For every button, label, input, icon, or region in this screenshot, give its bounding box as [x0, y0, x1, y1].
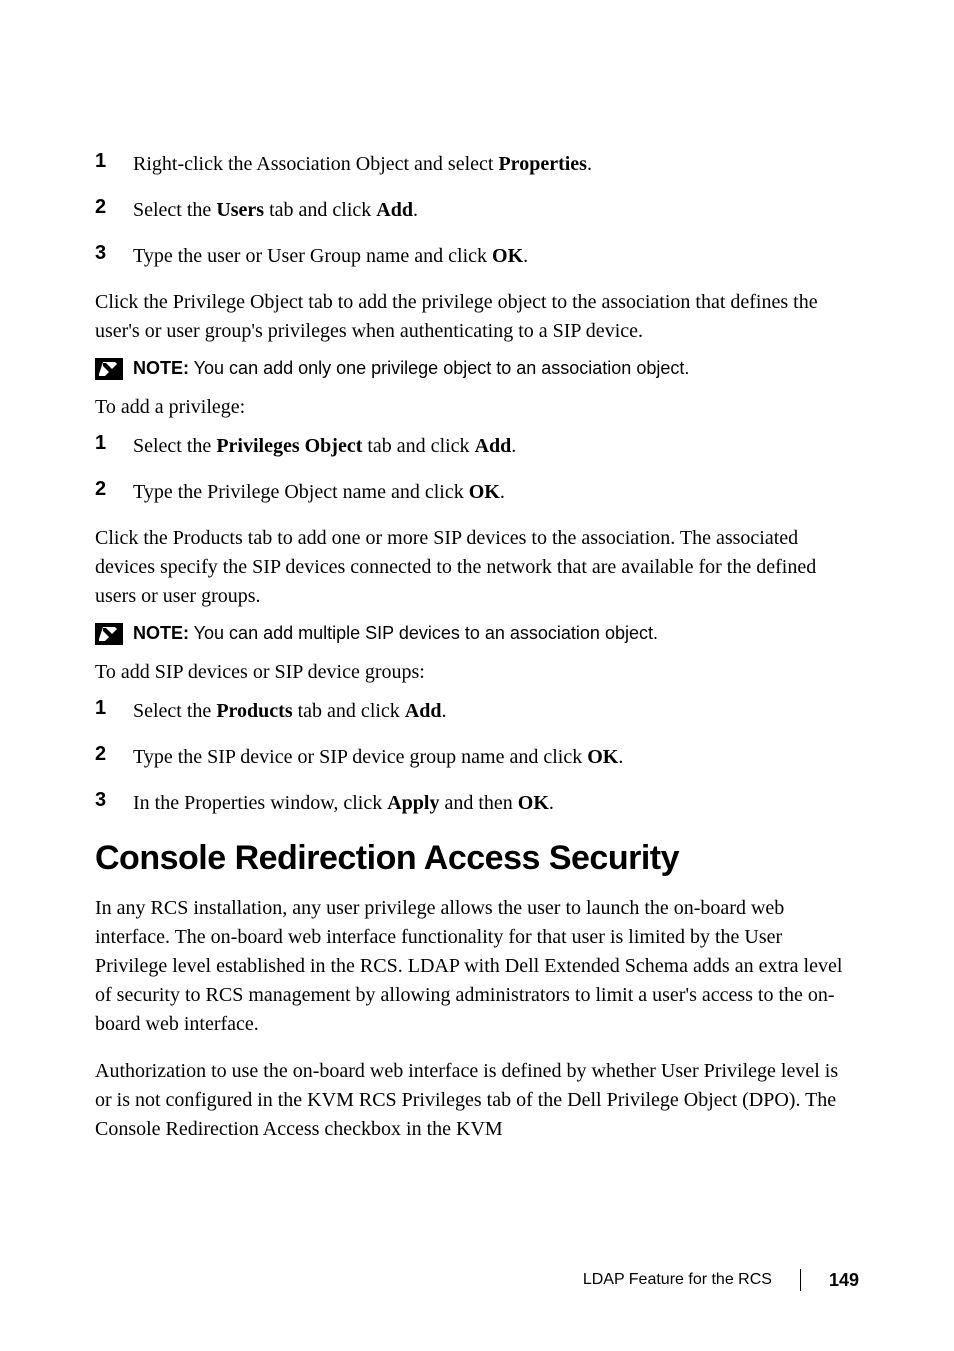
step-number: 1: [95, 432, 133, 460]
step-text: Type the user or User Group name and cli…: [133, 242, 859, 270]
step-text: Select the Privileges Object tab and cli…: [133, 432, 859, 460]
step-item: 3 In the Properties window, click Apply …: [95, 789, 859, 817]
step-item: 2 Type the SIP device or SIP device grou…: [95, 743, 859, 771]
step-text: Type the SIP device or SIP device group …: [133, 743, 859, 771]
step-text: Select the Products tab and click Add.: [133, 697, 859, 725]
footer-page-number: 149: [829, 1270, 859, 1291]
footer-divider: [800, 1269, 801, 1291]
step-text: Right-click the Association Object and s…: [133, 150, 859, 178]
footer-section-title: LDAP Feature for the RCS: [583, 1271, 772, 1289]
note-pencil-icon: [95, 358, 123, 380]
step-item: 3 Type the user or User Group name and c…: [95, 242, 859, 270]
step-item: 2 Type the Privilege Object name and cli…: [95, 478, 859, 506]
note-block: NOTE: You can add only one privilege obj…: [95, 356, 859, 381]
paragraph: In any RCS installation, any user privil…: [95, 894, 859, 1039]
step-text: Type the Privilege Object name and click…: [133, 478, 859, 506]
step-text: In the Properties window, click Apply an…: [133, 789, 859, 817]
paragraph: Authorization to use the on-board web in…: [95, 1057, 859, 1144]
step-item: 1 Select the Privileges Object tab and c…: [95, 432, 859, 460]
step-number: 2: [95, 196, 133, 224]
step-number: 1: [95, 150, 133, 178]
step-number: 1: [95, 697, 133, 725]
step-number: 3: [95, 789, 133, 817]
note-pencil-icon: [95, 623, 123, 645]
paragraph: To add SIP devices or SIP device groups:: [95, 658, 859, 687]
paragraph: To add a privilege:: [95, 393, 859, 422]
note-text: NOTE: You can add only one privilege obj…: [133, 356, 689, 381]
note-text: NOTE: You can add multiple SIP devices t…: [133, 621, 658, 646]
step-text: Select the Users tab and click Add.: [133, 196, 859, 224]
step-item: 1 Right-click the Association Object and…: [95, 150, 859, 178]
note-block: NOTE: You can add multiple SIP devices t…: [95, 621, 859, 646]
paragraph: Click the Products tab to add one or mor…: [95, 524, 859, 611]
step-number: 2: [95, 743, 133, 771]
page-footer: LDAP Feature for the RCS 149: [583, 1269, 859, 1291]
step-item: 1 Select the Products tab and click Add.: [95, 697, 859, 725]
section-heading: Console Redirection Access Security: [95, 839, 859, 878]
step-number: 3: [95, 242, 133, 270]
step-number: 2: [95, 478, 133, 506]
paragraph: Click the Privilege Object tab to add th…: [95, 288, 859, 346]
step-item: 2 Select the Users tab and click Add.: [95, 196, 859, 224]
